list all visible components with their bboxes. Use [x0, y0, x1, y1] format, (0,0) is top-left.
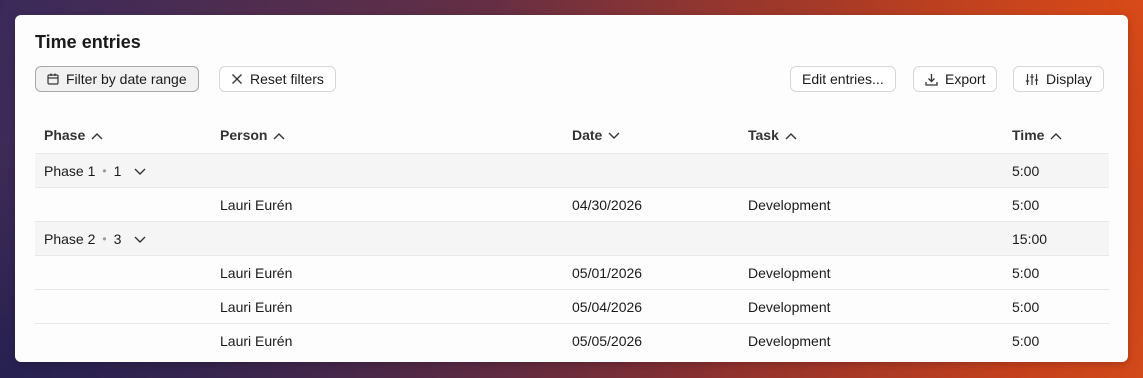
reset-filters-button[interactable]: Reset filters [219, 66, 336, 92]
column-label-phase: Phase [44, 127, 86, 143]
group-name: Phase 2 [44, 231, 96, 247]
group-count: 3 [113, 231, 122, 247]
sliders-icon [1025, 73, 1039, 86]
separator-dot-icon: • [102, 232, 107, 246]
table-row[interactable]: Lauri Eurén 05/04/2026 Development 5:00 [35, 289, 1109, 323]
chevron-up-icon [91, 127, 103, 143]
table-row[interactable]: Lauri Eurén 05/01/2026 Development 5:00 [35, 255, 1109, 289]
reset-filters-label: Reset filters [250, 71, 324, 87]
column-header-date[interactable]: Date [572, 127, 620, 143]
time-cell: 5:00 [1012, 299, 1040, 315]
download-icon [925, 73, 938, 86]
person-cell: Lauri Eurén [220, 265, 293, 281]
display-label: Display [1046, 71, 1092, 87]
task-cell: Development [748, 333, 831, 349]
column-label-time: Time [1012, 127, 1045, 143]
group-total-time: 15:00 [1012, 231, 1048, 247]
person-cell: Lauri Eurén [220, 333, 293, 349]
column-header-time[interactable]: Time [1012, 127, 1062, 143]
task-cell: Development [748, 299, 831, 315]
group-total-time: 5:00 [1012, 163, 1040, 179]
person-cell: Lauri Eurén [220, 197, 293, 213]
export-button[interactable]: Export [913, 66, 998, 92]
chevron-down-icon [608, 127, 620, 143]
task-cell: Development [748, 197, 831, 213]
calendar-icon [47, 73, 59, 85]
filter-date-range-button[interactable]: Filter by date range [35, 66, 199, 92]
group-row-phase-1[interactable]: Phase 1 • 1 5:00 [35, 153, 1109, 187]
filter-date-range-label: Filter by date range [66, 71, 187, 87]
date-cell: 04/30/2026 [572, 197, 643, 213]
chevron-down-icon[interactable] [134, 231, 146, 247]
close-icon [231, 73, 243, 85]
separator-dot-icon: • [102, 164, 107, 178]
task-cell: Development [748, 265, 831, 281]
column-label-task: Task [748, 127, 779, 143]
edit-entries-button[interactable]: Edit entries... [790, 66, 896, 92]
edit-entries-label: Edit entries... [802, 71, 884, 87]
date-cell: 05/05/2026 [572, 333, 643, 349]
chevron-up-icon [785, 127, 797, 143]
time-cell: 5:00 [1012, 333, 1040, 349]
column-label-date: Date [572, 127, 603, 143]
date-cell: 05/04/2026 [572, 299, 643, 315]
column-header-phase[interactable]: Phase [44, 127, 103, 143]
group-name: Phase 1 [44, 163, 96, 179]
chevron-up-icon [273, 127, 285, 143]
time-cell: 5:00 [1012, 197, 1040, 213]
group-row-phase-2[interactable]: Phase 2 • 3 15:00 [35, 221, 1109, 255]
group-count: 1 [113, 163, 122, 179]
date-cell: 05/01/2026 [572, 265, 643, 281]
time-entries-table: Phase Person Date Task Time Phase 1 • 1 … [35, 119, 1109, 357]
time-cell: 5:00 [1012, 265, 1040, 281]
column-label-person: Person [220, 127, 268, 143]
table-row[interactable]: Lauri Eurén 04/30/2026 Development 5:00 [35, 187, 1109, 221]
time-entries-panel: Time entries Filter by date range Reset … [15, 15, 1128, 362]
export-label: Export [945, 71, 986, 87]
page-title: Time entries [35, 32, 141, 52]
person-cell: Lauri Eurén [220, 299, 293, 315]
table-header: Phase Person Date Task Time [35, 119, 1109, 153]
chevron-down-icon[interactable] [134, 163, 146, 179]
display-button[interactable]: Display [1013, 66, 1104, 92]
table-row[interactable]: Lauri Eurén 05/05/2026 Development 5:00 [35, 323, 1109, 357]
column-header-task[interactable]: Task [748, 127, 797, 143]
column-header-person[interactable]: Person [220, 127, 285, 143]
chevron-up-icon [1050, 127, 1062, 143]
